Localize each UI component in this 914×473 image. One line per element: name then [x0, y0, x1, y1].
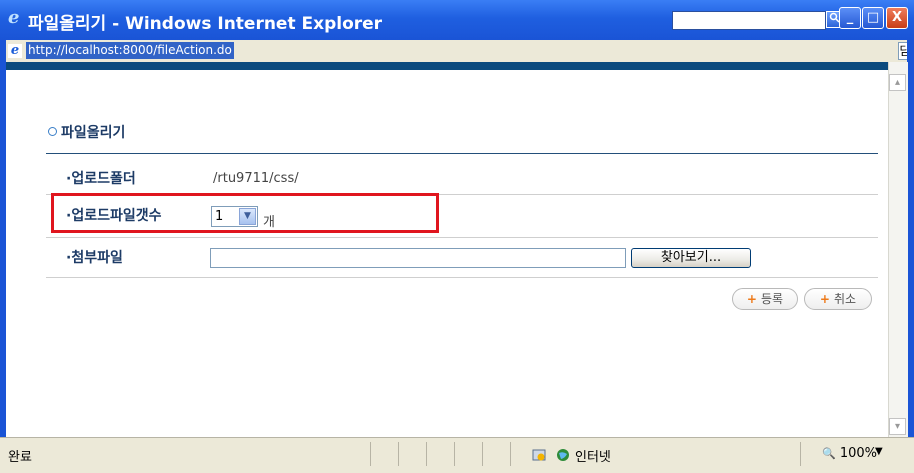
register-label: 등록 [760, 292, 784, 306]
register-button[interactable]: + 등록 [732, 288, 798, 310]
status-bar [0, 437, 914, 473]
status-separator [510, 442, 511, 466]
status-separator [800, 442, 801, 466]
status-text: 완료 [8, 450, 32, 465]
window-frame-right [907, 40, 914, 437]
security-zone: 인터넷 [575, 450, 611, 465]
zoom-dropdown-icon[interactable]: ▼ [875, 446, 883, 457]
upload-folder-label: ·업로드폴더 [66, 171, 136, 187]
header-stripe [6, 62, 888, 70]
title-search-input[interactable] [672, 11, 826, 30]
status-separator [426, 442, 427, 466]
upload-folder-value: /rtu9711/css/ [213, 171, 299, 186]
cancel-label: 취소 [833, 292, 857, 306]
zoom-level[interactable]: 🔍 100% [822, 446, 877, 461]
status-separator [370, 442, 371, 466]
vertical-scrollbar[interactable] [888, 62, 908, 437]
bullet-icon [48, 126, 57, 136]
zoom-value: 100% [839, 446, 878, 461]
minimize-button[interactable]: _ [839, 7, 861, 29]
protected-mode-icon [532, 447, 546, 461]
window-title: 파일올리기 - Windows Internet Explorer [28, 14, 383, 34]
file-path-input[interactable] [210, 248, 626, 268]
attach-file-label: ·첨부파일 [66, 250, 123, 266]
section-title-text: 파일올리기 [61, 125, 126, 141]
browse-button[interactable]: 찾아보기... [631, 248, 751, 268]
address-url[interactable]: http://localhost:8000/fileAction.do [26, 42, 234, 59]
page-icon: e [8, 44, 22, 58]
status-separator [482, 442, 483, 466]
globe-icon [556, 447, 570, 461]
plus-icon: + [819, 292, 830, 306]
plus-icon: + [746, 292, 757, 306]
highlight-box [51, 193, 439, 233]
status-separator [398, 442, 399, 466]
zoom-icon: 🔍 [822, 447, 836, 460]
cancel-button[interactable]: + 취소 [804, 288, 872, 310]
section-title: 파일올리기 [48, 122, 125, 142]
row-divider [46, 237, 878, 238]
close-button[interactable]: X [886, 7, 908, 29]
scroll-up-button[interactable]: ▴ [889, 74, 906, 91]
maximize-button[interactable]: □ [862, 7, 884, 29]
row-divider [46, 277, 878, 278]
scroll-down-button[interactable]: ▾ [889, 418, 906, 435]
section-divider [46, 153, 878, 154]
ie-logo-icon: e [8, 7, 20, 28]
status-separator [454, 442, 455, 466]
